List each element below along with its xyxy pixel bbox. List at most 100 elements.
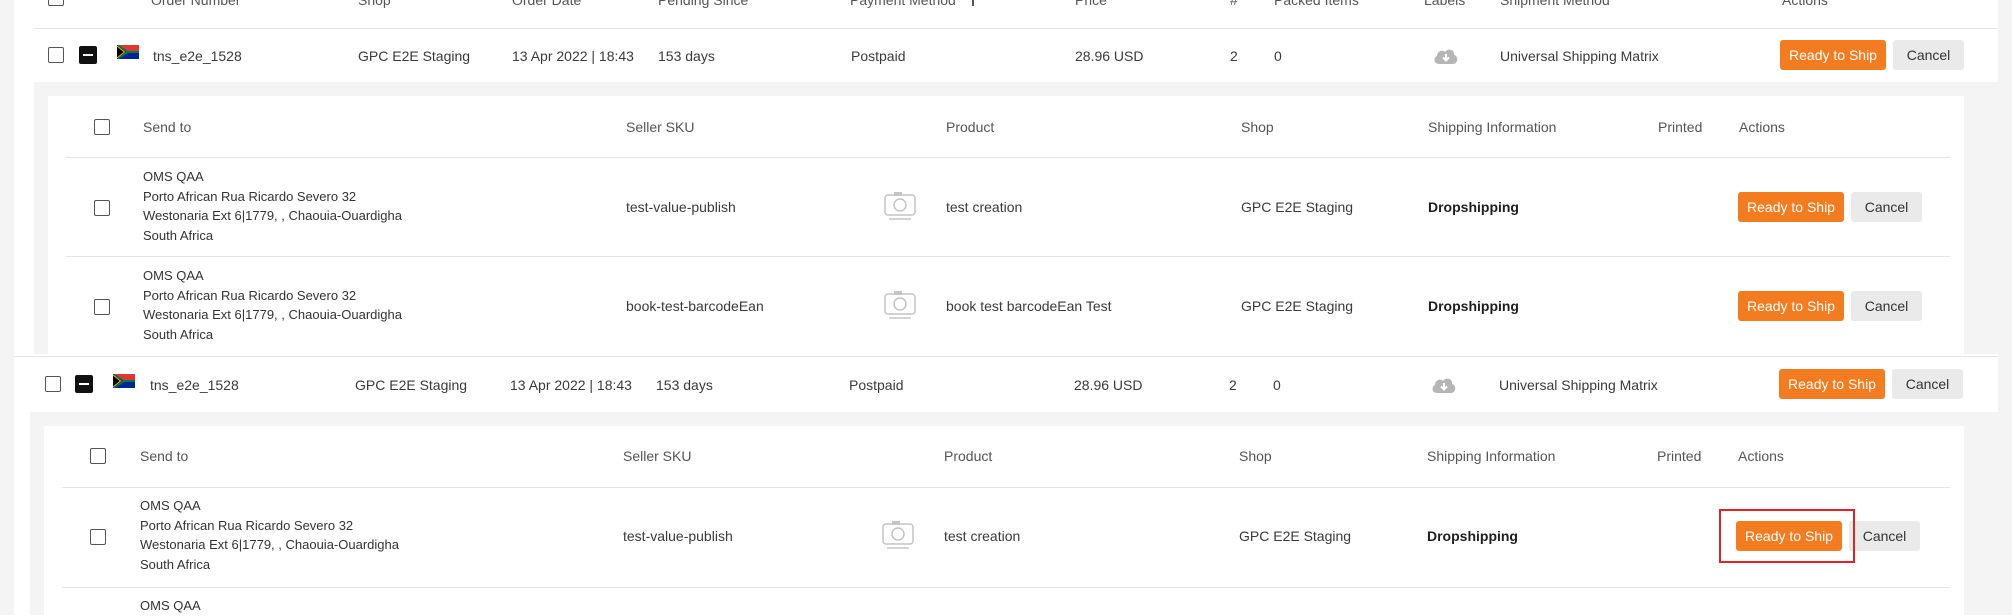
product-name[interactable]: test creation — [946, 198, 1022, 216]
order-date: 13 Apr 2022 | 18:43 — [510, 377, 632, 393]
product-name[interactable]: test creation — [944, 527, 1020, 545]
shipping-information: Dropshipping — [1427, 528, 1518, 544]
col-price: Price — [1075, 0, 1107, 8]
address-street: Porto African Rua Ricardo Severo 32 — [143, 287, 357, 303]
ship-to-address: OMS QAA Porto African Rua Ricardo Severo… — [143, 266, 402, 344]
address-city: Westonaria Ext 6|1779, , Chaouia-Ouardig… — [143, 208, 402, 223]
address-street: Porto African Rua Ricardo Severo 32 — [140, 517, 354, 533]
address-street: Porto African Rua Ricardo Severo 32 — [143, 188, 357, 204]
item-shop: GPC E2E Staging — [1239, 528, 1352, 544]
select-all-items-checkbox[interactable] — [94, 119, 110, 135]
col-item-actions: Actions — [1739, 119, 1785, 135]
divider — [66, 157, 1950, 158]
col-send-to: Send to — [143, 119, 192, 135]
order-number[interactable]: tns_e2e_1528 — [153, 47, 242, 65]
item-checkbox[interactable] — [90, 529, 106, 545]
order-payment-method: Postpaid — [851, 48, 906, 64]
cloud-download-icon[interactable] — [1430, 375, 1458, 395]
col-item-shop: Shop — [1241, 119, 1274, 135]
south-africa-flag-icon — [117, 45, 139, 59]
address-name: OMS QAA — [143, 169, 204, 184]
page-background-right — [1998, 0, 2012, 615]
cancel-button[interactable]: Cancel — [1892, 369, 1963, 399]
order-checkbox[interactable] — [45, 376, 61, 392]
south-africa-flag-icon — [113, 374, 135, 388]
col-actions: Actions — [1782, 0, 1828, 8]
col-product: Product — [944, 448, 993, 464]
order-price: 28.96 USD — [1075, 48, 1144, 64]
item-shop: GPC E2E Staging — [1241, 298, 1354, 314]
ready-to-ship-button[interactable]: Ready to Ship — [1738, 192, 1844, 222]
order-checkbox[interactable] — [48, 47, 64, 63]
divider — [62, 587, 1950, 588]
item-shop: GPC E2E Staging — [1241, 199, 1354, 215]
cancel-button[interactable]: Cancel — [1893, 40, 1964, 70]
order-count: 2 — [1229, 377, 1237, 393]
order-packed-items: 0 — [1273, 377, 1281, 393]
col-shipping-information: Shipping Information — [1427, 448, 1556, 464]
cloud-download-icon[interactable] — [1432, 46, 1460, 66]
col-count: # — [1230, 0, 1238, 8]
address-country: South Africa — [143, 326, 214, 342]
address-city: Westonaria Ext 6|1779, , Chaouia-Ouardig… — [143, 307, 402, 322]
seller-sku: test-value-publish — [623, 528, 733, 544]
col-seller-sku: Seller SKU — [623, 448, 692, 464]
order-pending-since: 153 days — [658, 48, 715, 64]
col-shipping-information: Shipping Information — [1428, 119, 1557, 135]
order-date: 13 Apr 2022 | 18:43 — [512, 48, 634, 64]
col-send-to: Send to — [140, 448, 189, 464]
item-checkbox[interactable] — [94, 200, 110, 216]
address-name: OMS QAA — [140, 598, 201, 613]
col-packed-items: Packed Items — [1274, 0, 1359, 8]
divider — [34, 28, 1998, 29]
divider — [66, 256, 1950, 257]
col-item-shop: Shop — [1239, 448, 1272, 464]
col-shop: Shop — [358, 0, 391, 8]
col-pending-since: Pending Since — [658, 0, 749, 8]
order-shop: GPC E2E Staging — [355, 377, 468, 393]
cancel-button[interactable]: Cancel — [1849, 521, 1920, 551]
cancel-button[interactable]: Cancel — [1851, 291, 1922, 321]
product-name[interactable]: book test barcodeEan Test — [946, 297, 1112, 315]
col-seller-sku: Seller SKU — [626, 119, 695, 135]
order-count: 2 — [1230, 48, 1238, 64]
order-pending-since: 153 days — [656, 377, 713, 393]
seller-sku: book-test-barcodeEan — [626, 298, 764, 314]
ready-to-ship-button[interactable]: Ready to Ship — [1738, 291, 1844, 321]
order-number[interactable]: tns_e2e_1528 — [150, 376, 239, 394]
col-printed: Printed — [1658, 119, 1703, 135]
col-labels: Labels — [1424, 0, 1466, 8]
col-payment-method: Payment Method — [850, 0, 956, 8]
col-printed: Printed — [1657, 448, 1702, 464]
no-image-icon — [882, 521, 914, 549]
col-order-number: Order Number — [151, 0, 241, 8]
address-name: OMS QAA — [140, 498, 201, 513]
page-background-left — [0, 0, 14, 615]
ready-to-ship-button[interactable]: Ready to Ship — [1779, 369, 1885, 399]
order-shop: GPC E2E Staging — [358, 48, 471, 64]
shipping-information: Dropshipping — [1428, 298, 1519, 314]
order-shipment-method: Universal Shipping Matrix — [1500, 48, 1659, 64]
cancel-button[interactable]: Cancel — [1851, 192, 1922, 222]
order-row-background — [30, 356, 1998, 412]
address-country: South Africa — [140, 556, 211, 572]
divider — [14, 356, 1998, 357]
col-product: Product — [946, 119, 995, 135]
no-image-icon — [884, 291, 916, 319]
ship-to-address: OMS QAA — [140, 596, 201, 616]
select-all-items-checkbox[interactable] — [90, 448, 106, 464]
collapse-icon[interactable] — [79, 46, 97, 64]
ready-to-ship-button[interactable]: Ready to Ship — [1780, 40, 1886, 70]
order-price: 28.96 USD — [1074, 377, 1143, 393]
shipping-information: Dropshipping — [1428, 199, 1519, 215]
collapse-icon[interactable] — [75, 375, 93, 393]
ship-to-address: OMS QAA Porto African Rua Ricardo Severo… — [140, 496, 399, 574]
order-payment-method: Postpaid — [849, 377, 904, 393]
col-order-date: Order Date — [512, 0, 582, 8]
order-shipment-method: Universal Shipping Matrix — [1499, 377, 1658, 393]
col-item-actions: Actions — [1738, 448, 1784, 464]
select-all-checkbox[interactable] — [48, 0, 64, 6]
item-checkbox[interactable] — [94, 299, 110, 315]
seller-sku: test-value-publish — [626, 199, 736, 215]
sort-icon[interactable] — [972, 0, 974, 6]
